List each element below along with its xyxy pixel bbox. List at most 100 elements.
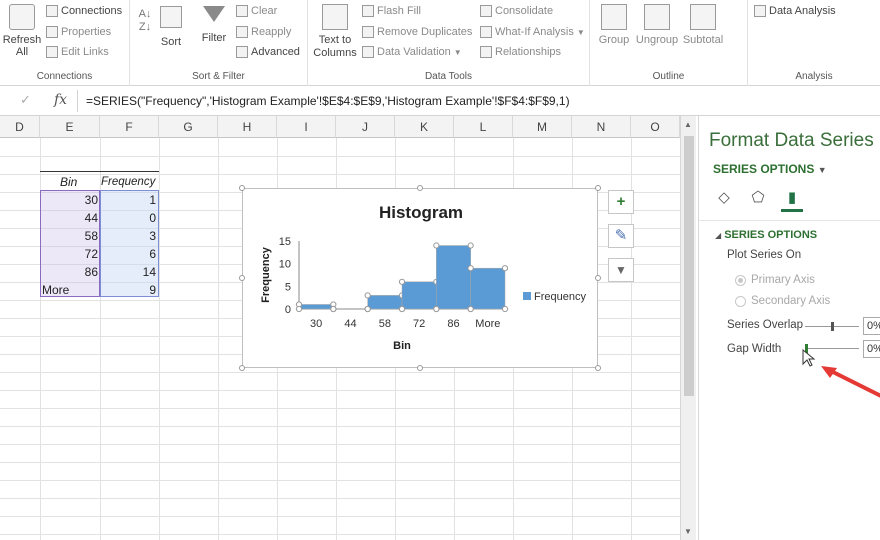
column-header[interactable]: J (336, 116, 395, 138)
series-options-icon[interactable]: ▮ (783, 188, 801, 206)
sort-button[interactable]: Sort (158, 36, 184, 48)
primary-axis-radio[interactable] (735, 275, 746, 286)
formula-bar: ✓ fx =SERIES("Frequency",'Histogram Exam… (0, 86, 880, 116)
sort-icon (160, 6, 182, 28)
y-axis-title: Frequency (260, 246, 272, 303)
bar-selection-handle (501, 305, 509, 313)
column-header[interactable]: D (0, 116, 40, 138)
header-frequency[interactable]: Frequency (101, 173, 159, 191)
analysis-group: Data Analysis Analysis (748, 0, 880, 86)
filter-button[interactable]: Filter (196, 6, 232, 44)
resize-handle[interactable] (595, 275, 601, 281)
frequency-cell[interactable]: 0 (102, 209, 156, 227)
vertical-scrollbar[interactable]: ▲ ▼ (680, 116, 696, 540)
plot-series-on-label: Plot Series On (727, 249, 802, 261)
relationships-button[interactable]: Relationships (480, 46, 561, 58)
resize-handle[interactable] (239, 275, 245, 281)
series-overlap-thumb[interactable] (831, 322, 834, 331)
insert-function-icon[interactable]: fx (54, 92, 67, 108)
bin-cell[interactable]: 44 (42, 209, 98, 227)
series-options-dropdown[interactable]: SERIES OPTIONS ▼ (713, 162, 827, 176)
remove-duplicates-button[interactable]: Remove Duplicates (362, 26, 472, 38)
series-options-section-header[interactable]: ◢ SERIES OPTIONS (715, 229, 817, 241)
scroll-up-icon[interactable]: ▲ (684, 120, 692, 129)
row-gridline (0, 444, 680, 445)
connections-button[interactable]: Connections (46, 5, 122, 17)
advanced-button[interactable]: Advanced (236, 46, 300, 58)
resize-handle[interactable] (595, 185, 601, 191)
frequency-cell[interactable]: 3 (102, 227, 156, 245)
flash-fill-label: Flash Fill (377, 5, 422, 17)
chart-elements-button[interactable]: + (608, 190, 634, 214)
what-if-button[interactable]: What-If Analysis ▼ (480, 26, 585, 38)
column-header[interactable]: E (40, 116, 100, 138)
consolidate-button[interactable]: Consolidate (480, 5, 553, 17)
bin-cell[interactable]: More (42, 281, 98, 299)
column-header[interactable]: H (218, 116, 277, 138)
header-bin[interactable]: Bin (60, 173, 98, 191)
x-tick-label: 30 (310, 318, 322, 330)
column-header[interactable]: M (513, 116, 572, 138)
column-header[interactable]: O (631, 116, 680, 138)
edit-links-button[interactable]: Edit Links (46, 46, 109, 58)
subtotal-button[interactable]: Subtotal (680, 4, 726, 46)
resize-handle[interactable] (417, 185, 423, 191)
bin-cell[interactable]: 30 (42, 191, 98, 209)
sort-icon-button[interactable] (160, 6, 182, 32)
frequency-cell[interactable]: 6 (102, 245, 156, 263)
ungroup-button[interactable]: Ungroup (634, 4, 680, 46)
legend-swatch (523, 292, 531, 300)
flash-fill-button[interactable]: Flash Fill (362, 5, 421, 17)
effects-icon[interactable]: ⬠ (749, 188, 767, 206)
column-header[interactable]: L (454, 116, 513, 138)
fill-line-icon[interactable]: ◇ (715, 188, 733, 206)
consolidate-label: Consolidate (495, 5, 554, 17)
secondary-axis-radio[interactable] (735, 296, 746, 307)
formula-input[interactable]: =SERIES("Frequency",'Histogram Example'!… (86, 94, 570, 108)
resize-handle[interactable] (595, 365, 601, 371)
mouse-cursor-and-arrow (802, 348, 880, 398)
sort-az-button[interactable]: A↓ Z↓ (134, 8, 156, 34)
enter-check-icon[interactable]: ✓ (20, 92, 31, 108)
clear-icon (236, 5, 248, 17)
chart-filters-button[interactable]: ▼ (608, 258, 634, 282)
frequency-cell[interactable]: 1 (102, 191, 156, 209)
bin-cell[interactable]: 58 (42, 227, 98, 245)
active-tab-indicator (781, 209, 803, 212)
resize-handle[interactable] (239, 365, 245, 371)
reapply-button[interactable]: Reapply (236, 26, 291, 38)
bin-cell[interactable]: 72 (42, 245, 98, 263)
scroll-down-icon[interactable]: ▼ (684, 527, 692, 536)
frequency-cell[interactable]: 9 (102, 281, 156, 299)
bin-cell[interactable]: 86 (42, 263, 98, 281)
resize-handle[interactable] (239, 185, 245, 191)
resize-handle[interactable] (417, 365, 423, 371)
column-header[interactable]: N (572, 116, 631, 138)
column-header[interactable]: G (159, 116, 218, 138)
histogram-chart[interactable]: Histogram 0 5 10 15 30 44 58 72 86 More Frequency B… (242, 188, 598, 368)
column-header[interactable]: K (395, 116, 454, 138)
clear-button[interactable]: Clear (236, 5, 277, 17)
refresh-all-button[interactable]: Refresh All (2, 4, 42, 58)
properties-button[interactable]: Properties (46, 26, 111, 38)
group-button[interactable]: Group (594, 4, 634, 46)
series-overlap-input[interactable]: 0% (863, 317, 880, 335)
ribbon: Refresh All Connections Properties Edit … (0, 0, 880, 86)
scrollbar-thumb[interactable] (684, 136, 694, 396)
chart-styles-button[interactable]: ✎ (608, 224, 634, 248)
bar-selection-handle (433, 305, 440, 313)
pane-divider (699, 220, 880, 221)
row-gridline (0, 372, 680, 373)
x-tick-label: 72 (413, 318, 425, 330)
plus-icon: + (616, 193, 626, 210)
group-icon (601, 4, 627, 30)
data-analysis-button[interactable]: Data Analysis (754, 5, 836, 17)
frequency-cell[interactable]: 14 (102, 263, 156, 281)
mouse-cursor-icon (802, 348, 816, 367)
column-header[interactable]: F (100, 116, 159, 138)
data-validation-button[interactable]: Data Validation ▼ (362, 46, 462, 58)
text-to-columns-button[interactable]: Text to Columns (312, 4, 358, 60)
column-header[interactable]: I (277, 116, 336, 138)
y-tick-label: 10 (279, 259, 291, 271)
gap-width-label: Gap Width (727, 343, 782, 355)
